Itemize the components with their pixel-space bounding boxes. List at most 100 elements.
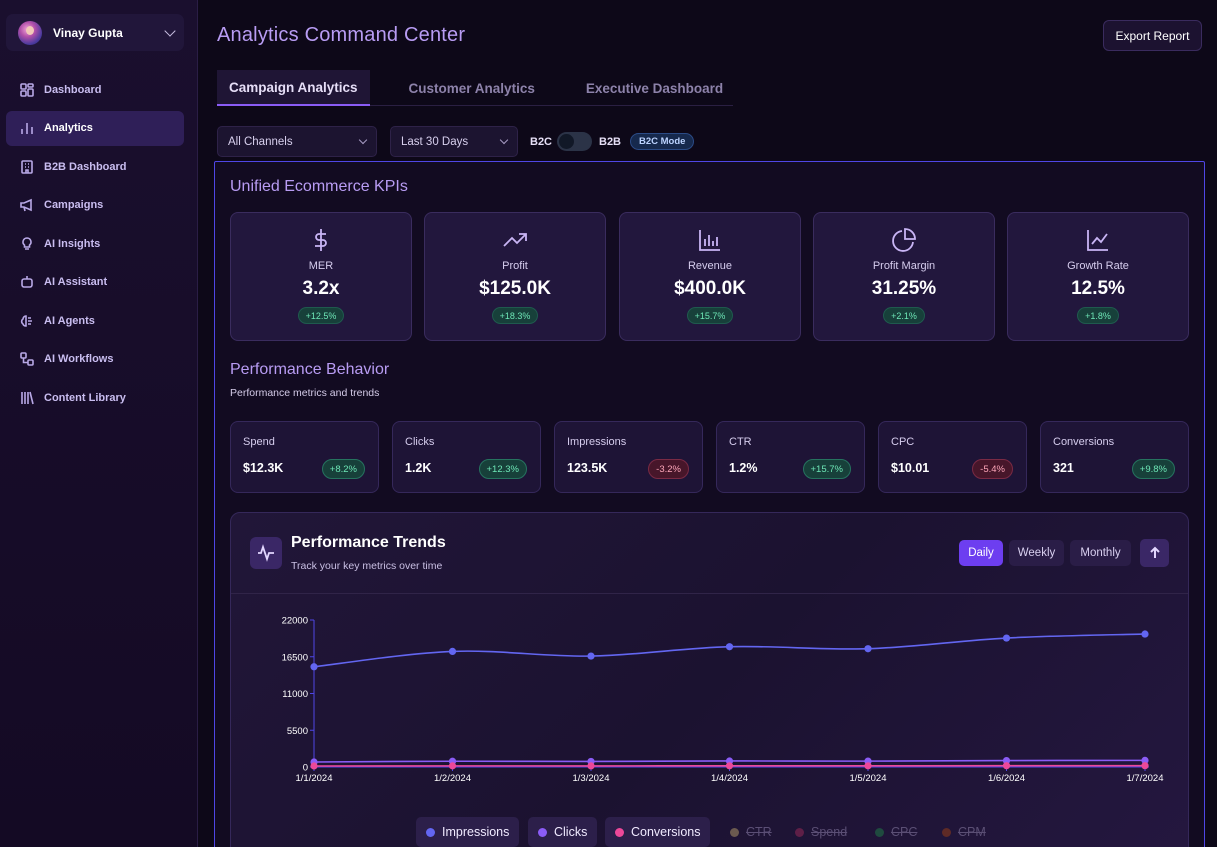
metric-card-ctr: CTR 1.2% +15.7% — [716, 421, 865, 493]
kpi-value: 3.2x — [302, 278, 340, 299]
channel-select[interactable]: All Channels — [217, 126, 377, 157]
kpi-label: MER — [308, 260, 334, 272]
legend-dot — [426, 827, 435, 837]
metric-value: 321 — [1053, 461, 1074, 475]
kpi-card-profit-margin: Profit Margin 31.25% +2.1% — [813, 212, 995, 341]
data-point-conversions — [864, 762, 872, 770]
sidebar-item-label: B2B Dashboard — [44, 160, 127, 173]
sidebar-item-label: AI Insights — [44, 237, 101, 250]
kpi-section-title: Unified Ecommerce KPIs — [230, 178, 408, 195]
sidebar-item-campaigns[interactable]: Campaigns — [6, 188, 184, 223]
kpi-delta-badge: +18.3% — [491, 307, 539, 324]
legend-dot — [538, 827, 547, 837]
metric-value: 123.5K — [567, 461, 608, 475]
kpi-card-mer: MER 3.2x +12.5% — [230, 212, 412, 341]
data-point-impressions — [310, 663, 318, 671]
metric-value: 1.2K — [405, 461, 432, 475]
mode-badge: B2C Mode — [630, 133, 695, 150]
period-daily-button[interactable]: Daily — [959, 540, 1003, 566]
metric-delta-badge: +15.7% — [802, 459, 851, 479]
metric-label: Impressions — [567, 436, 627, 448]
period-monthly-button[interactable]: Monthly — [1070, 540, 1131, 566]
b2c-b2b-toggle[interactable] — [557, 132, 592, 151]
legend-label: CPC — [891, 825, 918, 839]
performance-trends-chart: 0 5500 11000 16500 22000 1/1/2024 1/2/2024 1/3/… — [282, 616, 1164, 785]
period-weekly-button[interactable]: Weekly — [1009, 540, 1064, 566]
date-range-select[interactable]: Last 30 Days — [390, 126, 518, 157]
data-point-conversions — [1002, 762, 1011, 770]
legend-dot — [795, 827, 804, 837]
metric-delta-badge: +8.2% — [321, 459, 365, 479]
sidebar-item-analytics[interactable]: Analytics — [6, 110, 184, 146]
legend-impressions[interactable]: Impressions — [416, 817, 520, 847]
kpi-card-profit: Profit $125.0K +18.3% — [424, 212, 606, 341]
sidebar-item-label: Content Library — [44, 391, 126, 404]
x-tick-label: 1/5/2024 — [850, 773, 887, 784]
x-tick-label: 1/3/2024 — [573, 773, 610, 784]
kpi-label: Revenue — [687, 260, 733, 272]
kpi-delta-badge: +1.8% — [1077, 307, 1119, 324]
bar-chart-icon — [20, 121, 34, 135]
sidebar-item-b2b-dashboard[interactable]: B2B Dashboard — [6, 149, 184, 184]
metric-value: $12.3K — [243, 461, 284, 475]
legend-dot — [615, 827, 624, 837]
kpi-delta-badge: +2.1% — [883, 307, 925, 324]
legend-conversions[interactable]: Conversions — [605, 817, 711, 847]
legend-dot — [942, 827, 951, 837]
sidebar-item-label: AI Workflows — [44, 353, 114, 365]
legend-label: CPM — [958, 825, 986, 839]
metric-label: Spend — [243, 436, 275, 448]
pie-chart-icon — [891, 227, 917, 253]
legend-ctr[interactable]: CTR — [720, 817, 782, 847]
sidebar-item-ai-insights[interactable]: AI Insights — [6, 226, 184, 261]
tab-campaign-analytics[interactable]: Campaign Analytics — [217, 70, 370, 106]
kpi-delta-badge: +12.5% — [297, 307, 345, 324]
performance-section-title: Performance Behavior — [230, 361, 390, 378]
arrow-up-button[interactable] — [1140, 539, 1169, 567]
y-tick-label: 16500 — [282, 652, 308, 663]
toggle-knob — [559, 134, 574, 149]
sidebar: Vinay Gupta Dashboard Analytics B2B Dash… — [0, 0, 198, 847]
sidebar-item-ai-assistant[interactable]: AI Assistant — [6, 265, 184, 300]
data-point-impressions — [1002, 634, 1011, 642]
legend-cpm[interactable]: CPM — [932, 817, 996, 847]
data-point-impressions — [725, 643, 734, 651]
sidebar-item-label: AI Assistant — [44, 276, 108, 288]
legend-cpc[interactable]: CPC — [865, 817, 927, 847]
data-point-impressions — [587, 652, 595, 660]
sidebar-item-ai-agents[interactable]: AI Agents — [6, 303, 184, 338]
chevron-down-icon — [499, 135, 509, 144]
metric-card-cpc: CPC $10.01 -5.4% — [878, 421, 1027, 493]
dollar-icon — [308, 227, 334, 253]
b2c-label: B2C — [530, 136, 553, 148]
tab-customer-analytics[interactable]: Customer Analytics — [409, 70, 535, 106]
user-menu[interactable]: Vinay Gupta — [6, 14, 184, 51]
legend-dot — [875, 827, 884, 837]
data-point-impressions — [864, 645, 872, 653]
metric-label: Conversions — [1053, 436, 1115, 448]
sidebar-item-content-library[interactable]: Content Library — [6, 380, 184, 415]
metric-label: CTR — [729, 436, 752, 448]
metric-delta-badge: +12.3% — [478, 459, 527, 479]
legend-spend[interactable]: Spend — [785, 817, 857, 847]
export-report-button[interactable]: Export Report — [1103, 20, 1202, 51]
kpi-label: Profit Margin — [872, 260, 936, 272]
bot-icon — [20, 275, 34, 289]
sidebar-item-dashboard[interactable]: Dashboard — [6, 72, 184, 107]
activity-icon — [250, 537, 282, 569]
legend-label: Impressions — [442, 825, 510, 839]
tab-executive-dashboard[interactable]: Executive Dashboard — [586, 70, 723, 106]
data-point-impressions — [448, 647, 457, 656]
lightbulb-icon — [20, 236, 34, 251]
legend-clicks[interactable]: Clicks — [528, 817, 598, 847]
performance-section-subtitle: Performance metrics and trends — [230, 387, 380, 399]
legend-label: Conversions — [631, 825, 701, 839]
data-point-conversions — [310, 762, 318, 770]
date-range-value: Last 30 Days — [401, 135, 469, 148]
data-point-impressions — [1141, 630, 1149, 638]
bar-chart-icon — [697, 227, 723, 253]
kpi-card-revenue: Revenue $400.0K +15.7% — [619, 212, 801, 341]
legend-label: Clicks — [554, 825, 588, 839]
b2b-label: B2B — [599, 136, 622, 148]
sidebar-item-ai-workflows[interactable]: AI Workflows — [6, 342, 184, 377]
